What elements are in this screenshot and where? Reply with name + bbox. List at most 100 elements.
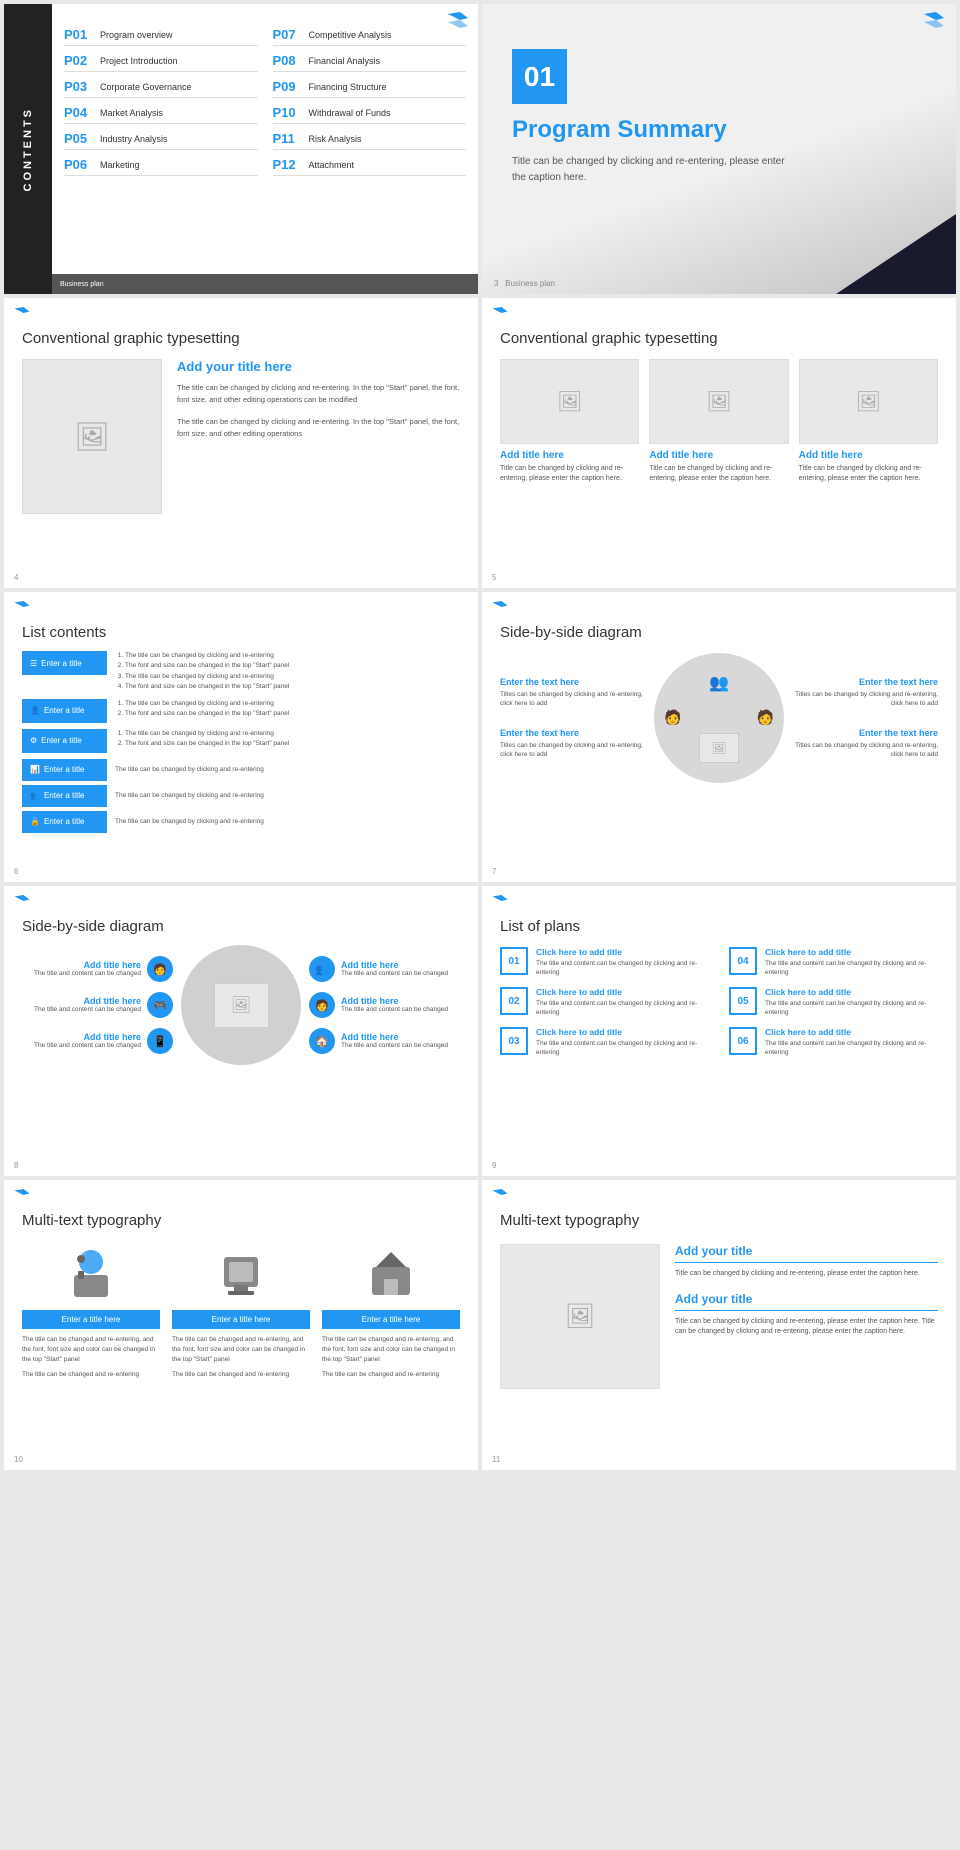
slide2-page: 3 Business plan [494,279,555,288]
slide7-center: 🖼 [181,945,301,1065]
slide6-r1-desc: Titles can be changed by clicking and re… [792,690,938,708]
slide6-left-1: Enter the text here Titles can be change… [500,677,646,708]
list-label-2: 👤Enter a title [22,699,107,723]
slide6-title: Side-by-side diagram [500,624,938,641]
plan-num-03: 03 [500,1027,528,1055]
plan-num-02: 02 [500,987,528,1015]
slide4-col3: 🖼 Add title here Title can be changed by… [799,359,938,484]
slide10-image-icon: 🖼 [565,1302,595,1331]
image-icon: 🖼 [74,420,110,453]
col1-desc: Title can be changed by clicking and re-… [500,464,639,484]
list-content-1: The title can be changed by clicking and… [115,651,289,693]
slide9-desc3a: The title can be changed and re-entering… [322,1335,460,1364]
slide2-logo [924,12,944,33]
slide6-right-2: Enter the text here Titles can be change… [792,728,938,759]
plan-title-04: Click here to add title [765,947,938,957]
plan-06: 06 Click here to add title The title and… [729,1027,938,1057]
slide6-center: 👥 🖼 🧑 🧑 [654,653,784,783]
list-label-1: ☰Enter a title [22,651,107,675]
slide6-layout: Enter the text here Titles can be change… [500,653,938,783]
list-content-3: The title can be changed by clicking and… [115,729,289,750]
slide3-add-title: Add your title here [177,359,460,374]
slide9-desc1a: The title can be changed and re-entering… [22,1335,160,1364]
list-item: P02Project Introduction [64,50,258,72]
list-item: P04Market Analysis [64,102,258,124]
list-item: P08Financial Analysis [273,50,467,72]
list-item: P06Marketing [64,154,258,176]
slide9-icon2 [172,1244,310,1304]
list-label-5: 👥Enter a title [22,785,107,807]
plan-title-01: Click here to add title [536,947,709,957]
slide10-page: 11 [492,1455,500,1464]
list-row-1: ☰Enter a title The title can be changed … [22,651,460,693]
slide-6-sbs: Side-by-side diagram Enter the text here… [482,592,956,882]
slide9-btn3: Enter a title here [322,1310,460,1329]
slide10-desc1: Title can be changed by clicking and re-… [675,1269,938,1280]
plan-04: 04 Click here to add title The title and… [729,947,938,977]
slide6-logo [492,600,508,618]
slide6-left-2: Enter the text here Titles can be change… [500,728,646,759]
slide10-desc2: Title can be changed by clicking and re-… [675,1317,938,1338]
slide-3-conventional: Conventional graphic typesetting 🖼 Add y… [4,298,478,588]
slide7-page: 8 [14,1161,18,1170]
slide6-l1-title: Enter the text here [500,677,646,687]
col1-title: Add title here [500,450,639,461]
slide7-r1: 👥 Add title here The title and content c… [309,956,460,982]
slide4-columns: 🖼 Add title here Title can be changed by… [500,359,938,484]
slide4-page: 5 [492,573,496,582]
slide9-page: 10 [14,1455,23,1464]
slide10-image: 🖼 [500,1244,660,1389]
slide6-r1-title: Enter the text here [792,677,938,687]
list-row-4: 📊Enter a title The title can be changed … [22,759,460,781]
list-content-6: The title can be changed by clicking and… [115,818,264,825]
slide9-logo [14,1188,30,1206]
list-row-3: ⚙Enter a title The title can be changed … [22,729,460,753]
slide10-add-title2: Add your title [675,1292,938,1311]
list-content-4: The title can be changed by clicking and… [115,766,264,773]
slide4-col2: 🖼 Add title here Title can be changed by… [649,359,788,484]
slide-9-multi: Multi-text typography Enter a title here… [4,1180,478,1470]
col3-desc: Title can be changed by clicking and re-… [799,464,938,484]
plan-title-06: Click here to add title [765,1027,938,1037]
slide9-desc2b: The title can be changed and re-entering [172,1370,310,1379]
plan-title-05: Click here to add title [765,987,938,997]
slide-8-plans: List of plans 01 Click here to add title… [482,886,956,1176]
slide9-desc1b: The title can be changed and re-entering [22,1370,160,1379]
slide9-col1: Enter a title here The title can be chan… [22,1244,160,1379]
contents-body: P01Program overview P07Competitive Analy… [52,4,478,294]
slide5-title: List contents [22,624,460,641]
slide3-page: 4 [14,573,18,582]
slide10-title: Multi-text typography [500,1212,938,1229]
slide9-col2: Enter a title here The title can be chan… [172,1244,310,1379]
plan-num-06: 06 [729,1027,757,1055]
list-item: P09Financing Structure [273,76,467,98]
slide-5-list: List contents ☰Enter a title The title c… [4,592,478,882]
col3-image: 🖼 [799,359,938,444]
plan-desc-02: The title and content can be changed by … [536,999,709,1017]
slide-7-sbs2: Side-by-side diagram Add title here The … [4,886,478,1176]
slide1-logo [448,12,468,33]
slide2-desc: Title can be changed by clicking and re-… [512,154,792,186]
plan-num-01: 01 [500,947,528,975]
slide8-title: List of plans [500,918,938,935]
slide-10-multi-right: Multi-text typography 🖼 Add your title T… [482,1180,956,1470]
slide7-logo [14,894,30,912]
contents-label: CONTENTS [22,107,34,192]
plan-03: 03 Click here to add title The title and… [500,1027,709,1057]
col2-title: Add title here [649,450,788,461]
list-content-5: The title can be changed by clicking and… [115,792,264,799]
slide9-col3: Enter a title here The title can be chan… [322,1244,460,1379]
slide9-title: Multi-text typography [22,1212,460,1229]
slide-2-summary: 01 Program Summary Title can be changed … [482,4,956,294]
col2-desc: Title can be changed by clicking and re-… [649,464,788,484]
slide10-layout: 🖼 Add your title Title can be changed by… [500,1244,938,1389]
slide7-layout: Add title here The title and content can… [22,945,460,1065]
slide6-right: Enter the text here Titles can be change… [792,677,938,759]
plan-desc-06: The title and content can be changed by … [765,1039,938,1057]
slide1-footer: Business plan [52,274,478,294]
slide8-page: 9 [492,1161,496,1170]
list-item: P03Corporate Governance [64,76,258,98]
list-label-6: 🔒Enter a title [22,811,107,833]
plan-02: 02 Click here to add title The title and… [500,987,709,1017]
list-label-3: ⚙Enter a title [22,729,107,753]
